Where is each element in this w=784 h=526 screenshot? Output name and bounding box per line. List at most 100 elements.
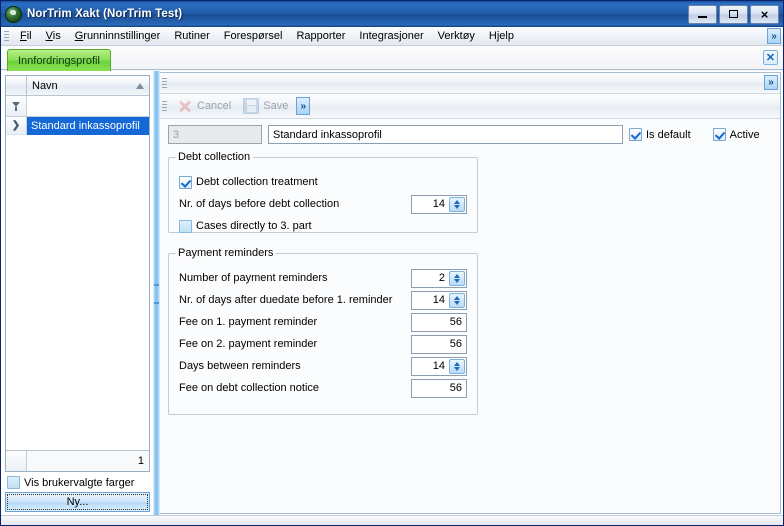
profile-name-input[interactable]: [268, 125, 623, 144]
days-after-duedate-spinner[interactable]: 14: [411, 290, 467, 310]
fee-collection-notice-input[interactable]: 56: [411, 378, 467, 398]
profile-grid: Navn ❯ Standard inkassoprofil 1: [5, 75, 150, 472]
menu-item-fil[interactable]: Fil: [13, 28, 39, 45]
menu-item-vis[interactable]: Vis: [39, 28, 68, 45]
payment-reminders-group: Payment reminders Number of payment remi…: [168, 247, 478, 415]
profile-form: Is default Active Debt collection Debt c…: [160, 119, 780, 513]
grid-filter-input[interactable]: [27, 96, 149, 116]
grid-rows: ❯ Standard inkassoprofil: [6, 117, 149, 450]
days-before-collection-row: Nr. of days before debt collection 14: [179, 193, 467, 215]
spinner-up-icon: [454, 361, 460, 366]
minimize-icon: [698, 16, 707, 18]
save-button[interactable]: Save: [237, 96, 294, 116]
fee-collection-notice-label: Fee on debt collection notice: [179, 382, 320, 394]
fee-second-reminder-label: Fee on 2. payment reminder: [179, 338, 318, 350]
menu-item-forespoersel[interactable]: Forespørsel: [217, 28, 290, 45]
tab-innfordringsprofil[interactable]: Innfordringsprofil: [7, 49, 111, 71]
menu-overflow-chevron-icon[interactable]: »: [767, 28, 781, 44]
toolstrip-drag-grip[interactable]: [160, 75, 168, 92]
window-controls: ×: [688, 4, 781, 24]
edit-toolbar: Cancel Save »: [160, 94, 780, 119]
number-of-reminders-label: Number of payment reminders: [179, 272, 328, 284]
tab-close-icon[interactable]: ✕: [763, 50, 778, 65]
menu-item-verktoey[interactable]: Verktøy: [431, 28, 482, 45]
number-of-reminders-value: 2: [438, 272, 445, 284]
vertical-splitter[interactable]: [153, 71, 160, 515]
number-of-reminders-spinner[interactable]: 2: [411, 268, 467, 288]
cases-to-third-party-checkbox[interactable]: Cases directly to 3. part: [179, 219, 312, 233]
menu-drag-grip[interactable]: [2, 28, 10, 45]
top-tool-strip: »: [160, 73, 780, 94]
fee-first-reminder-row: Fee on 1. payment reminder 56: [179, 311, 467, 333]
days-before-collection-label: Nr. of days before debt collection: [179, 198, 340, 210]
profile-id-field: [168, 125, 262, 144]
menu-bar: Fil Vis Grunninnstillinger Rutiner Fores…: [1, 27, 783, 46]
fee-second-reminder-row: Fee on 2. payment reminder 56: [179, 333, 467, 355]
checkbox-box-icon: [179, 219, 192, 233]
profile-header-row: Is default Active: [168, 125, 772, 144]
days-between-reminders-value: 14: [432, 360, 445, 372]
days-between-reminders-label: Days between reminders: [179, 360, 301, 372]
column-header-navn[interactable]: Navn: [27, 76, 149, 95]
menu-item-integrasjoner[interactable]: Integrasjoner: [352, 28, 430, 45]
checkbox-checked-icon: [629, 128, 642, 141]
minimize-button[interactable]: [688, 4, 717, 24]
save-button-label: Save: [263, 100, 289, 112]
checkbox-checked-icon: [179, 175, 192, 189]
show-user-colors-checkbox[interactable]: Vis brukervalgte farger: [5, 472, 150, 492]
window-title: NorTrim Xakt (NorTrim Test): [27, 8, 183, 20]
menu-label-vis: is: [52, 29, 61, 42]
days-between-reminders-spinner[interactable]: 14: [411, 356, 467, 376]
menu-item-rutiner[interactable]: Rutiner: [167, 28, 216, 45]
spinner-arrows-icon[interactable]: [449, 196, 465, 212]
menu-accel-fil: F: [20, 29, 27, 42]
spinner-up-icon: [454, 273, 460, 278]
days-before-collection-spinner[interactable]: 14: [411, 194, 467, 214]
menu-item-grunninnstillinger[interactable]: Grunninnstillinger: [68, 28, 168, 45]
filter-toggle-button[interactable]: [6, 96, 27, 116]
spinner-arrows-icon[interactable]: [449, 358, 465, 374]
fee-collection-notice-row: Fee on debt collection notice 56: [179, 377, 467, 399]
work-area: Navn ❯ Standard inkassoprofil 1 Vis bruk…: [1, 71, 783, 515]
debt-collection-treatment-checkbox[interactable]: Debt collection treatment: [179, 175, 318, 189]
column-header-label: Navn: [32, 79, 58, 92]
days-after-duedate-value: 14: [432, 294, 445, 306]
is-default-checkbox[interactable]: Is default: [629, 128, 691, 141]
spinner-arrows-icon[interactable]: [449, 270, 465, 286]
spinner-down-icon: [454, 300, 460, 305]
cancel-button[interactable]: Cancel: [171, 96, 237, 116]
toolbar-overflow-chevron-icon[interactable]: »: [296, 97, 311, 115]
spinner-down-icon: [454, 204, 460, 209]
menu-accel-vis: V: [45, 29, 53, 42]
spinner-arrows-icon[interactable]: [449, 292, 465, 308]
new-profile-button[interactable]: Ny...: [5, 492, 150, 512]
menu-item-rapporter[interactable]: Rapporter: [289, 28, 352, 45]
grid-row-count: 1: [27, 451, 149, 471]
table-row[interactable]: ❯ Standard inkassoprofil: [6, 117, 149, 135]
menu-label-fil: il: [26, 29, 32, 42]
checkbox-checked-icon: [712, 128, 726, 141]
row-current-indicator-icon: ❯: [6, 117, 27, 135]
third-party-row: Cases directly to 3. part: [179, 215, 467, 237]
fee-first-reminder-input[interactable]: 56: [411, 312, 467, 332]
active-checkbox[interactable]: Active: [712, 128, 760, 141]
debt-collection-treatment-label: Debt collection treatment: [196, 176, 318, 188]
fee-second-reminder-input[interactable]: 56: [411, 334, 467, 354]
document-tab-strip: Innfordringsprofil ✕: [1, 46, 783, 71]
number-of-reminders-row: Number of payment reminders 2: [179, 267, 467, 289]
debt-collection-legend: Debt collection: [178, 151, 251, 163]
payment-reminders-legend: Payment reminders: [178, 247, 274, 259]
menu-item-hjelp[interactable]: Hjelp: [482, 28, 521, 45]
sort-ascending-icon: [136, 82, 144, 89]
grid-header-row: Navn: [6, 76, 149, 96]
toolstrip-overflow-chevron-icon[interactable]: »: [764, 75, 778, 90]
is-default-label: Is default: [646, 128, 691, 141]
fee-first-reminder-label: Fee on 1. payment reminder: [179, 316, 318, 328]
menu-accel-grunninnstillinger: G: [74, 29, 84, 42]
close-button[interactable]: ×: [750, 4, 779, 24]
grid-indicator-column-header: [6, 76, 27, 95]
funnel-icon: [11, 101, 21, 111]
toolbar-drag-grip[interactable]: [160, 98, 168, 115]
maximize-button[interactable]: [719, 4, 748, 24]
row-cell-navn: Standard inkassoprofil: [27, 117, 149, 135]
